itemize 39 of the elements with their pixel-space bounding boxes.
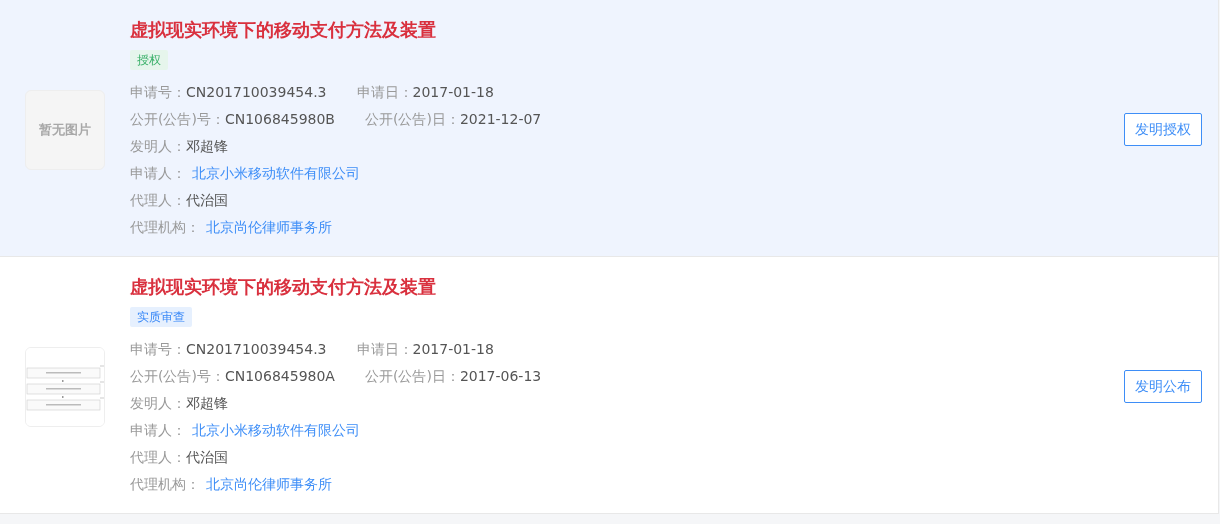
field-value: CN106845980B [224,110,335,129]
status-tag: 授权 [130,50,168,70]
field-link[interactable]: 北京尚伦律师事务所 [206,218,332,237]
field-value: 2017-01-18 [412,340,494,359]
status-tag: 实质审查 [130,307,192,327]
field-label: 代理人： [130,448,186,467]
placeholder-text: 暂无图片 [39,120,91,139]
field-value: CN201710039454.3 [186,83,327,102]
type-button[interactable]: 发明公布 [1124,370,1202,403]
field-label: 申请日： [356,340,413,359]
patent-title[interactable]: 虚拟现实环境下的移动支付方法及装置 [130,274,436,300]
field-label: 发明人： [130,137,186,156]
field-label: 公开(公告)号： [130,110,225,129]
field-value: CN106845980A [224,367,335,386]
type-button[interactable]: 发明授权 [1124,113,1202,146]
field-value: 2017-06-13 [459,367,542,386]
field-label: 公开(公告)日： [364,367,460,386]
field-label: 申请号： [130,83,186,102]
field-value: 代治国 [186,448,228,467]
field-value: CN201710039454.3 [186,340,327,359]
field-label: 申请日： [356,83,413,102]
field-link[interactable]: 北京小米移动软件有限公司 [192,164,360,183]
field-value: 邓超锋 [186,137,228,156]
field-link[interactable]: 北京尚伦律师事务所 [206,475,332,494]
field-label: 代理机构： [130,475,200,494]
field-label: 发明人： [130,394,186,413]
field-label: 申请号： [130,340,186,359]
field-value: 2021-12-07 [459,110,542,129]
field-label: 代理机构： [130,218,200,237]
field-label: 申请人： [130,164,186,183]
field-label: 公开(公告)日： [364,110,460,129]
field-label: 代理人： [130,191,186,210]
field-label: 公开(公告)号： [130,367,225,386]
field-value: 代治国 [186,191,228,210]
field-label: 申请人： [130,421,186,440]
field-value: 2017-01-18 [412,83,494,102]
patent-title[interactable]: 虚拟现实环境下的移动支付方法及装置 [130,17,436,43]
field-value: 邓超锋 [186,394,228,413]
field-link[interactable]: 北京小米移动软件有限公司 [192,421,360,440]
